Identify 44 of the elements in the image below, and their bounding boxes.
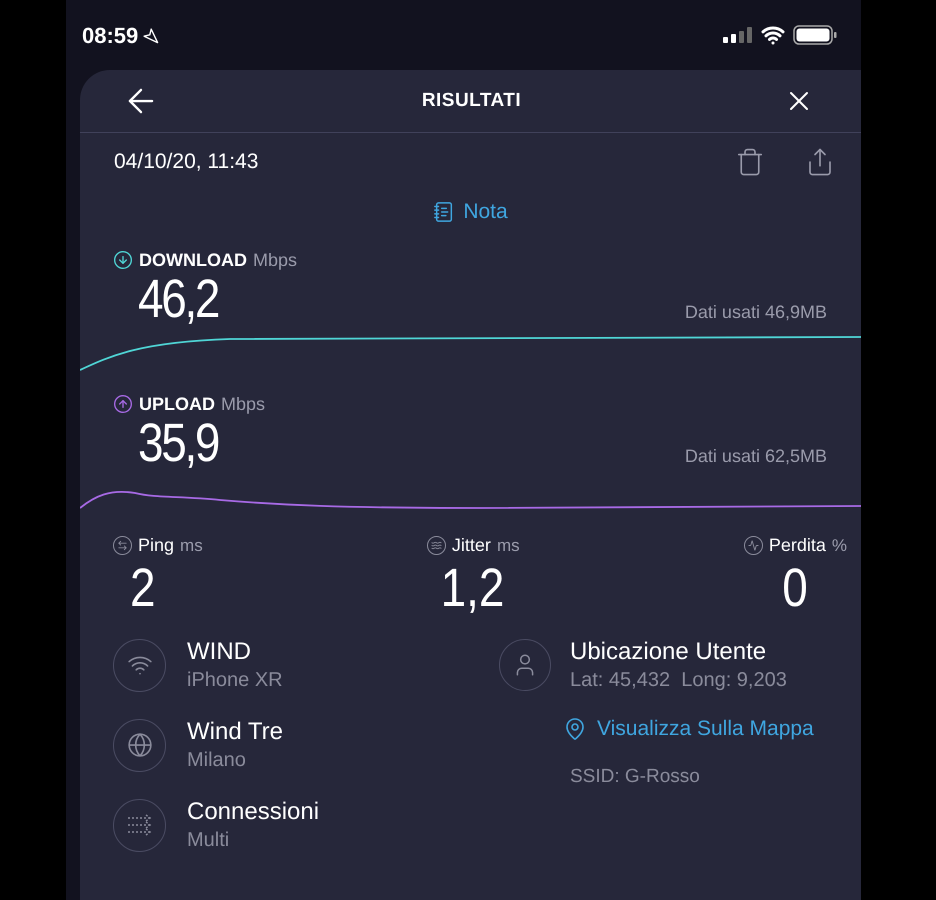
battery-icon	[793, 25, 837, 45]
location-title: Ubicazione Utente	[570, 637, 768, 667]
result-date: 04/10/20, 11:43	[114, 149, 258, 176]
speed-unit: Mbps	[252, 248, 297, 272]
map-pin-icon	[563, 716, 587, 741]
speed-label: UPLOAD	[139, 392, 215, 416]
delete-button[interactable]	[735, 147, 765, 177]
user-icon	[499, 639, 551, 691]
connection-subtitle: Multi	[187, 828, 230, 853]
connection-subtitle: Milano	[187, 748, 247, 773]
wave-icon	[426, 536, 446, 555]
data-used: Dati usati 46,9MB	[684, 301, 827, 324]
stat-value: 1,2	[440, 559, 504, 617]
connection-title: WIND	[187, 637, 252, 667]
map-link[interactable]: Visualizza Sulla Mappa	[563, 713, 814, 744]
stat-unit: ms	[180, 534, 203, 557]
location-arrow-icon	[142, 26, 160, 44]
speed-value: 46,2	[138, 270, 218, 328]
connection-subtitle: iPhone XR	[187, 668, 283, 693]
speed-label: DOWNLOAD	[139, 248, 247, 272]
stat-label: Perdita	[768, 534, 826, 557]
speed-value: 35,9	[138, 414, 218, 472]
stat-value: 0	[782, 559, 808, 617]
note-link[interactable]: Nota	[433, 196, 508, 228]
connection-title: Connessioni	[187, 797, 320, 827]
arrows-icon	[113, 798, 166, 852]
speed-unit: Mbps	[221, 392, 266, 416]
coordinates: Lat: 45,432 Long: 9,203	[570, 668, 787, 693]
signal-icon	[723, 27, 753, 43]
ping-icon	[113, 536, 132, 555]
stat-unit: ms	[496, 534, 520, 557]
status-time: 08:59	[82, 22, 138, 50]
globe-icon	[113, 718, 166, 772]
stat-label: Ping	[138, 534, 174, 557]
ssid: SSID: G-Rosso	[570, 764, 701, 788]
stat-label: Jitter	[452, 534, 491, 557]
stat-unit: %	[832, 534, 847, 557]
window-title: RISULTATI	[422, 88, 522, 113]
wifi-icon	[113, 638, 166, 692]
trash-icon	[735, 147, 765, 177]
connection-title: Wind Tre	[187, 717, 284, 747]
stat-value: 2	[129, 559, 156, 617]
pulse-icon	[744, 536, 763, 555]
data-used: Dati usati 62,5MB	[684, 445, 827, 468]
